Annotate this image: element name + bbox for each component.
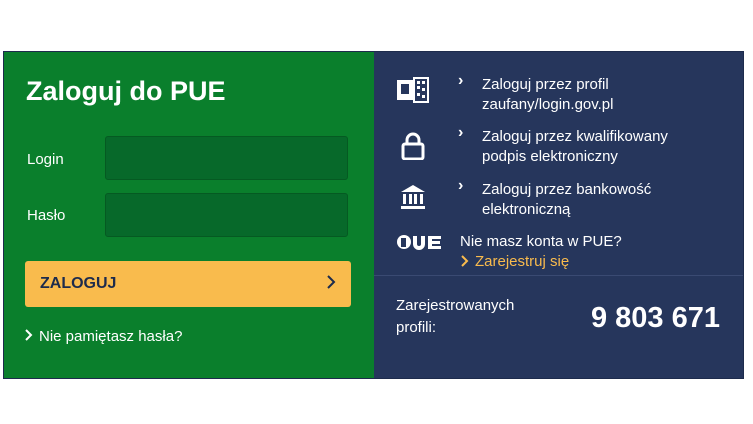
qualified-signature-login-label: Zaloguj przez kwalifikowany podpis elekt… — [482, 128, 668, 165]
login-form-panel: Zaloguj do PUE Login Hasło ZALOGUJ Nie p… — [4, 52, 374, 378]
chevron-right-icon — [24, 326, 33, 346]
pue-logo-icon — [396, 234, 442, 255]
registered-profiles-label: Zarejestrowanych profili: — [396, 297, 515, 336]
login-panel: Zaloguj do PUE Login Hasło ZALOGUJ Nie p… — [3, 51, 744, 379]
register-question: Nie masz konta w PUE? — [460, 233, 622, 250]
chevron-right-icon: › — [458, 177, 464, 194]
login-button[interactable]: ZALOGUJ — [25, 261, 351, 307]
login-button-label: ZALOGUJ — [40, 275, 117, 292]
register-link-label: Zarejestruj się — [475, 253, 570, 270]
chevron-right-icon: › — [458, 72, 464, 89]
login-input[interactable] — [105, 136, 348, 180]
chevron-right-icon — [326, 274, 336, 294]
alternative-login-panel: › Zaloguj przez profil zaufany/login.gov… — [374, 52, 743, 378]
chevron-right-icon — [460, 252, 469, 272]
bank-icon — [395, 182, 431, 212]
lock-icon — [395, 131, 431, 161]
password-label: Hasło — [27, 207, 66, 224]
trusted-profile-icon — [395, 75, 431, 105]
login-label: Login — [27, 151, 64, 168]
register-link[interactable]: Zarejestruj się — [460, 252, 720, 272]
password-input[interactable] — [105, 193, 348, 237]
chevron-right-icon: › — [458, 124, 464, 141]
forgot-password-link[interactable]: Nie pamiętasz hasła? — [24, 326, 182, 346]
registered-profiles-count: 9 803 671 — [590, 302, 720, 334]
page-title: Zaloguj do PUE — [26, 76, 226, 106]
bank-login-label: Zaloguj przez bankowość elektroniczną — [482, 181, 652, 218]
forgot-password-label: Nie pamiętasz hasła? — [39, 327, 183, 345]
divider — [374, 275, 743, 276]
trusted-profile-login-label: Zaloguj przez profil zaufany/login.gov.p… — [482, 76, 614, 113]
